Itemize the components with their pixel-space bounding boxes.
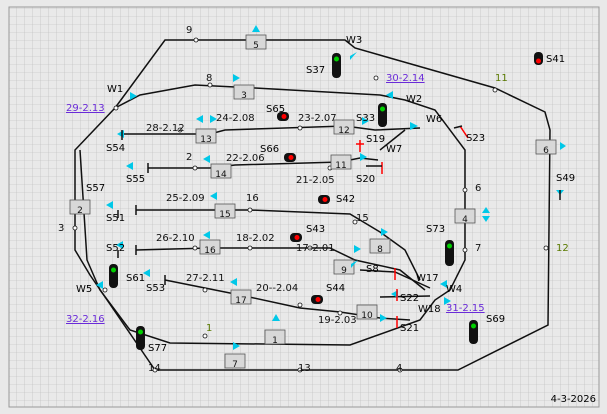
signal-label-S37: S37 [306, 65, 325, 76]
track-label-11: 11 [495, 73, 508, 84]
track-layout-board: 5313121114152416 891710176 9828-2.1224-2… [0, 0, 607, 414]
signal-label-S61: S61 [126, 273, 145, 284]
signal-label-S44: S44 [326, 283, 345, 294]
signal-label-S77: S77 [148, 343, 167, 354]
block-label-7: 7 [232, 360, 238, 370]
block-label-9: 9 [341, 266, 347, 276]
switch-label-W17: W17 [416, 273, 439, 284]
block-label-13: 13 [200, 135, 211, 145]
signal-label-S43: S43 [306, 224, 325, 235]
block-label-8: 8 [377, 245, 383, 255]
block-link-31-2.15[interactable]: 31-2.15 [446, 303, 485, 314]
signal-label-S42: S42 [336, 194, 355, 205]
signal-label-S73: S73 [426, 224, 445, 235]
signal-label-S57: S57 [86, 183, 105, 194]
track-label-13: 13 [298, 363, 311, 374]
track-label-24-2.08: 24-2.08 [216, 113, 255, 124]
signal-label-S66: S66 [260, 144, 279, 155]
switch-label-W3: W3 [346, 35, 362, 46]
signal-label-S33: S33 [356, 113, 375, 124]
track-label-20--2.04: 20--2.04 [256, 283, 298, 294]
track-label-17-2.01: 17-2.01 [296, 243, 335, 254]
signal-label-S22: S22 [400, 293, 419, 304]
signal-label-S41: S41 [546, 54, 565, 65]
signal-s66-icon[interactable] [284, 153, 296, 162]
footer-date: 4-3-2026 [551, 394, 596, 405]
signal-label-S20: S20 [356, 174, 375, 185]
block-link-32-2.16[interactable]: 32-2.16 [66, 314, 105, 325]
switch-label-W2: W2 [406, 94, 422, 105]
signal-label-S23: S23 [466, 133, 485, 144]
signal-label-S19: S19 [366, 134, 385, 145]
track-label-23-2.07: 23-2.07 [298, 113, 337, 124]
track-label-9: 9 [186, 25, 192, 36]
block-label-4: 4 [462, 215, 468, 225]
signal-label-S51: S51 [106, 213, 125, 224]
block-label-2: 2 [77, 206, 83, 216]
block-label-6: 6 [543, 146, 549, 156]
track-label-16: 16 [246, 193, 259, 204]
signal-label-S49: S49 [556, 173, 575, 184]
track-label-8: 8 [206, 73, 212, 84]
track-label-21-2.05: 21-2.05 [296, 175, 335, 186]
track-label-14: 14 [148, 363, 161, 374]
block-label-3: 3 [241, 91, 247, 101]
signal-s61-icon[interactable] [109, 264, 118, 288]
signal-s77-icon[interactable] [136, 326, 145, 350]
track-label-3: 3 [58, 223, 64, 234]
track-label-12: 12 [556, 243, 569, 254]
signal-label-S21: S21 [400, 323, 419, 334]
track-label-25-2.09: 25-2.09 [166, 193, 205, 204]
switch-label-W1: W1 [107, 84, 123, 95]
signal-label-S52: S52 [106, 243, 125, 254]
switch-label-W7: W7 [386, 144, 402, 155]
track-label-7: 7 [475, 243, 481, 254]
signal-label-S65: S65 [266, 104, 285, 115]
signal-s73-icon[interactable] [445, 240, 454, 266]
track-label-2: 2 [186, 152, 192, 163]
track-label-1: 1 [206, 323, 212, 334]
block-label-16: 16 [204, 246, 216, 256]
track-label-28-2.12: 28-2.12 [146, 123, 185, 134]
block-label-17: 17 [235, 296, 246, 306]
block-link-30-2.14[interactable]: 30-2.14 [386, 73, 425, 84]
signal-label-S55: S55 [126, 174, 145, 185]
signal-label-S69: S69 [486, 314, 505, 325]
block-label-1: 1 [272, 336, 278, 346]
switch-label-W5: W5 [76, 284, 92, 295]
switch-label-W4: W4 [446, 284, 462, 295]
switch-label-W18: W18 [418, 304, 441, 315]
block-label-10: 10 [361, 311, 373, 321]
block-label-14: 14 [215, 170, 227, 180]
grid-area [8, 6, 600, 408]
block-label-11: 11 [335, 161, 346, 171]
signal-label-S54: S54 [106, 143, 125, 154]
track-label-19-2.03: 19-2.03 [318, 315, 357, 326]
signal-s69-icon[interactable] [469, 320, 478, 344]
track-label-6: 6 [475, 183, 481, 194]
block-label-5: 5 [253, 41, 259, 51]
track-label-22-2.06: 22-2.06 [226, 153, 265, 164]
block-label-15: 15 [219, 210, 230, 220]
track-label-4: 4 [396, 363, 402, 374]
signal-s37-icon[interactable] [332, 53, 341, 78]
signal-label-S8: S8 [366, 264, 379, 275]
signal-s43-icon[interactable] [290, 233, 302, 242]
signal-s42-icon[interactable] [318, 195, 330, 204]
track-label-26-2.10: 26-2.10 [156, 233, 195, 244]
block-link-29-2.13[interactable]: 29-2.13 [66, 103, 105, 114]
track-label-18-2.02: 18-2.02 [236, 233, 275, 244]
signal-label-S53: S53 [146, 283, 165, 294]
signal-s44-icon[interactable] [311, 295, 323, 304]
signal-s41-icon[interactable] [534, 52, 543, 65]
switch-label-W6: W6 [426, 114, 442, 125]
track-label-15: 15 [356, 213, 369, 224]
block-label-12: 12 [338, 126, 349, 136]
track-label-27-2.11: 27-2.11 [186, 273, 225, 284]
signal-s33-icon[interactable] [378, 103, 387, 127]
